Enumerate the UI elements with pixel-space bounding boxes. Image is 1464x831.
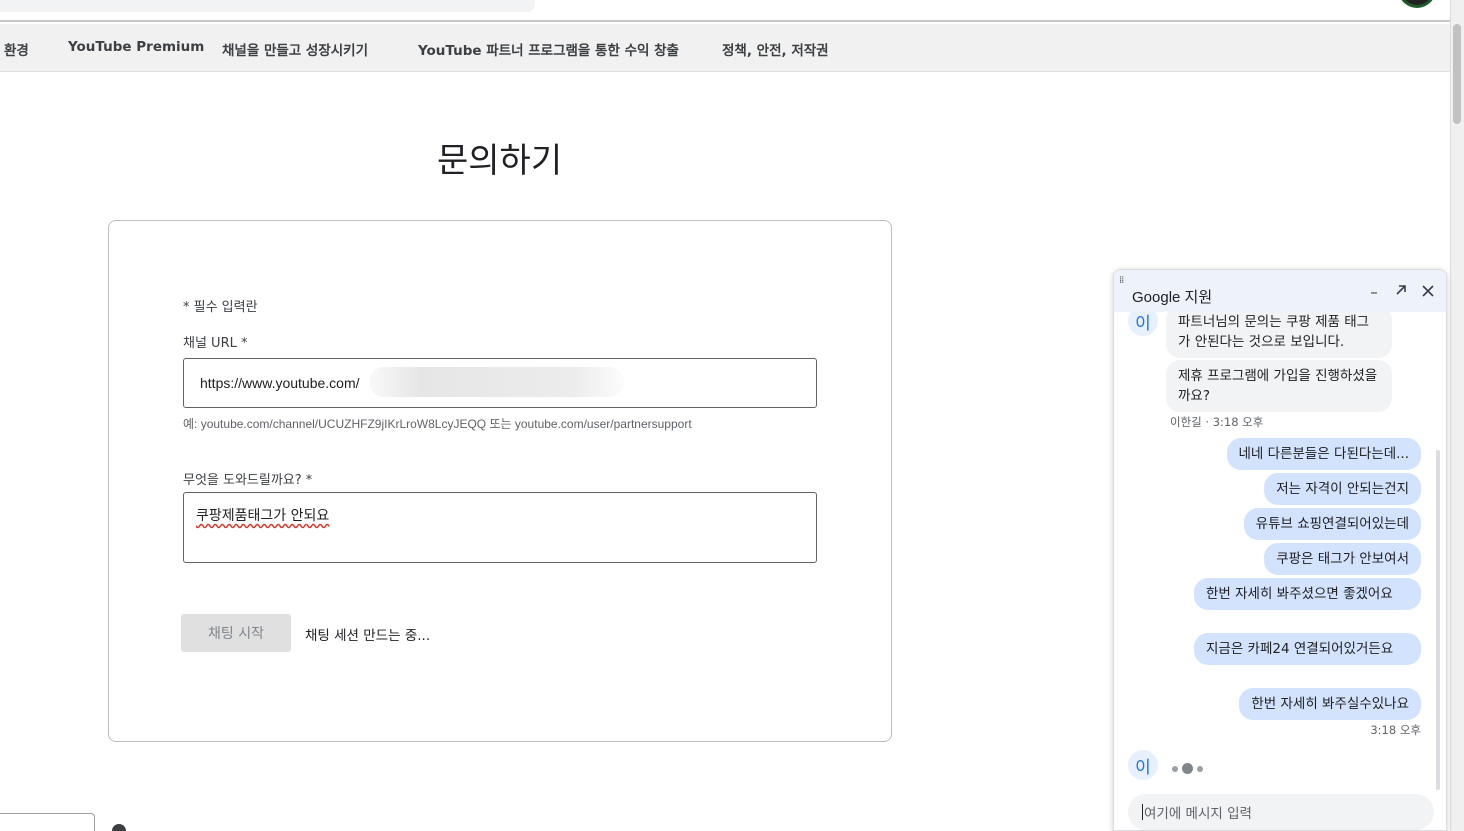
help-description-textarea[interactable]: 쿠팡제품태그가 안되요	[183, 492, 817, 563]
agent-avatar: 이	[1128, 750, 1158, 780]
chat-header: ⁞⁞ Google 지원 –	[1114, 270, 1446, 312]
nav-item-policy-safety-copyright[interactable]: 정책, 안전, 저작권	[722, 39, 829, 59]
channel-url-hint: 예: youtube.com/channel/UCUZHFZ9jIKrLroW8…	[183, 417, 692, 431]
page-title: 문의하기	[437, 141, 563, 181]
drag-handle-icon[interactable]: ⁞⁞	[1119, 275, 1124, 286]
redacted-url-blur	[369, 367, 624, 397]
user-message: 네네 다른분들은 다된다는데...	[1226, 438, 1421, 470]
agent-avatar: 이	[1128, 312, 1158, 336]
help-nav-bar: 환경 YouTube Premium 채널을 만들고 성장시키기 YouTube…	[0, 24, 1450, 72]
agent-message: 파트너님의 문의는 쿠팡 제품 태그가 안된다는 것으로 보입니다.	[1166, 312, 1392, 358]
chat-messages[interactable]: 이 파트너님의 문의는 쿠팡 제품 태그가 안된다는 것으로 보입니다. 제휴 …	[1114, 312, 1446, 782]
required-note: * 필수 입력란	[183, 300, 258, 315]
support-chat-panel: ⁞⁞ Google 지원 – 이 파트너님의 문의는 쿠팡 제품 태그가 안된다…	[1113, 269, 1447, 831]
user-message: 지금은 카페24 연결되어있거든요	[1194, 633, 1421, 665]
account-avatar[interactable]	[1398, 0, 1436, 8]
nav-item-environment[interactable]: 환경	[4, 39, 29, 59]
user-message: 쿠팡은 태그가 안보여서	[1264, 543, 1421, 575]
user-message-meta: 3:18 오후	[1370, 723, 1421, 737]
session-status-text: 채팅 세션 만드는 중...	[305, 628, 431, 644]
channel-url-input[interactable]: https://www.youtube.com/	[183, 358, 817, 408]
search-box[interactable]	[0, 0, 535, 12]
user-message: 저는 자격이 안되는건지	[1264, 473, 1421, 505]
agent-message: 제휴 프로그램에 가입을 진행하셨을까요?	[1166, 360, 1392, 412]
page-scrollbar-thumb[interactable]	[1453, 24, 1461, 124]
message-input[interactable]: 여기에 메시지 입력	[1128, 794, 1434, 830]
contact-form-card: * 필수 입력란 채널 URL * https://www.youtube.co…	[108, 220, 892, 742]
close-icon[interactable]	[1418, 282, 1438, 302]
help-description-value: 쿠팡제품태그가 안되요	[196, 508, 330, 524]
chat-title: Google 지원	[1132, 289, 1213, 306]
channel-url-label: 채널 URL *	[183, 336, 248, 351]
popout-icon[interactable]	[1391, 282, 1411, 302]
nav-item-partner-program[interactable]: YouTube 파트너 프로그램을 통한 수익 창출	[418, 39, 679, 59]
typing-indicator	[1172, 758, 1207, 777]
minimize-icon[interactable]: –	[1364, 282, 1384, 302]
page-scrollbar[interactable]	[1450, 0, 1464, 831]
user-message: 한번 자세히 봐주셨으면 좋겠어요	[1194, 578, 1421, 610]
top-bar	[0, 0, 1450, 22]
chat-scrollbar[interactable]	[1436, 450, 1440, 790]
gear-icon[interactable]	[112, 824, 126, 831]
channel-url-value: https://www.youtube.com/	[200, 375, 360, 391]
nav-item-create-grow-channel[interactable]: 채널을 만들고 성장시키기	[222, 39, 368, 59]
feedback-box[interactable]	[0, 813, 95, 831]
start-chat-button[interactable]: 채팅 시작	[181, 614, 291, 652]
user-message: 유튜브 쇼핑연결되어있는데	[1243, 508, 1421, 540]
agent-message-meta: 이한길 · 3:18 오후	[1170, 415, 1264, 429]
nav-item-youtube-premium[interactable]: YouTube Premium	[68, 39, 204, 55]
help-question-label: 무엇을 도와드릴까요? *	[183, 473, 313, 488]
message-input-placeholder: 여기에 메시지 입력	[1144, 806, 1252, 822]
user-message: 한번 자세히 봐주실수있나요	[1239, 688, 1421, 720]
